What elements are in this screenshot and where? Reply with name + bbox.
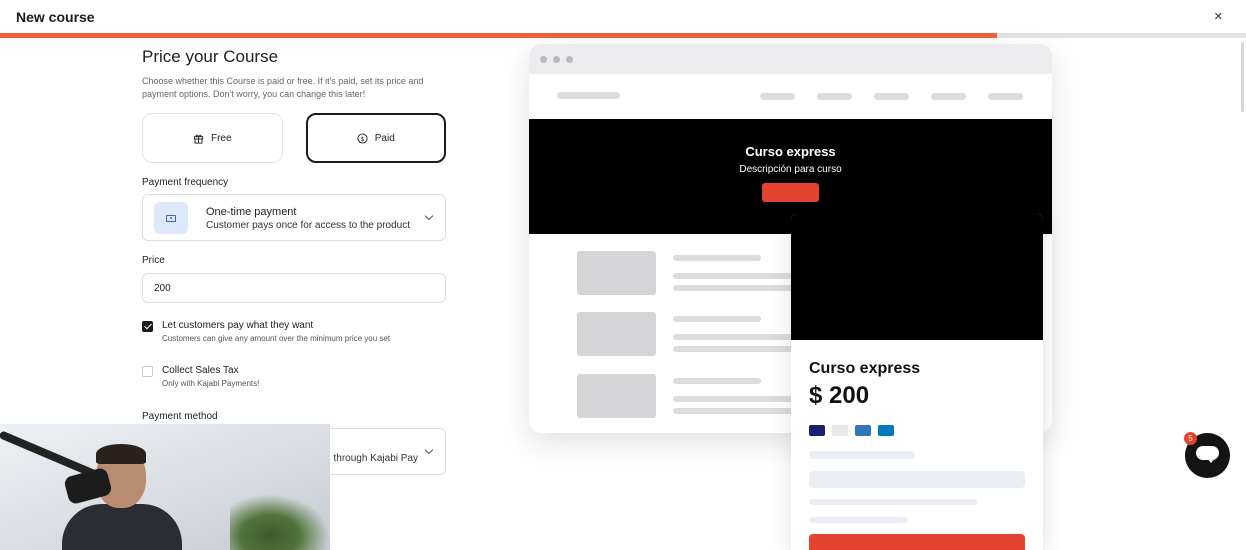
progress-fill [0,33,997,38]
price-input[interactable]: 200 [142,273,446,303]
course-image-placeholder [791,214,1043,340]
page-title: New course [16,9,95,25]
paid-option-button[interactable]: $ Paid [305,113,446,163]
lesson-text-placeholder [673,334,803,340]
payment-frequency-title: One-time payment [206,206,297,218]
chat-bubble-icon [1196,446,1219,463]
sales-tax-help: Only with Kajabi Payments! [162,379,260,388]
lesson-title-placeholder [673,255,761,261]
window-dot-icon [566,56,573,63]
lesson-thumbnail [577,312,656,356]
paid-option-label: Paid [374,132,395,144]
sales-tax-checkbox[interactable] [142,366,153,377]
progress-bar [0,33,1246,38]
amex-icon [855,425,871,436]
hero-subtitle: Descripción para curso [739,164,842,175]
chat-launcher-button[interactable]: 5 [1184,432,1230,478]
checkout-card-preview: Curso express $ 200 [791,214,1043,550]
sales-tax-label: Collect Sales Tax [162,365,239,376]
browser-bar [529,44,1052,74]
checkout-button-placeholder [809,534,1025,550]
unread-count-badge: 5 [1184,432,1197,445]
nav-link-placeholder [817,93,852,100]
pricing-form: Price your Course Choose whether this Co… [142,44,446,475]
payment-cards [809,425,894,436]
price-label: Price [142,255,165,266]
payment-method-label: Payment method [142,411,218,422]
card-price: $ 200 [809,382,870,409]
window-dot-icon [540,56,547,63]
scrollbar[interactable] [1241,42,1244,112]
free-option-label: Free [210,132,232,144]
lesson-text-placeholder [673,408,803,414]
nav-link-placeholder [874,93,909,100]
pay-what-you-want-checkbox[interactable] [142,321,153,332]
pay-what-you-want-help: Customers can give any amount over the m… [162,334,391,343]
presenter-hair [96,444,146,464]
form-field-placeholder [809,451,915,459]
lesson-title-placeholder [673,316,761,322]
chevron-down-icon [424,211,434,221]
plant-image [230,494,330,550]
presenter-body [62,504,182,550]
payment-frequency-label: Payment frequency [142,177,229,188]
lesson-title-placeholder [673,378,761,384]
payment-method-value: through Kajabi Pay [333,453,418,464]
nav-link-placeholder [988,93,1023,100]
lesson-thumbnail [577,374,656,418]
presenter-webcam-video [0,424,330,550]
form-field-placeholder [809,499,977,505]
form-field-placeholder [809,517,908,523]
pay-what-you-want-label: Let customers pay what they want [162,320,314,331]
preview-nav [529,74,1052,119]
pay-what-you-want-checkbox-row[interactable]: Let customers pay what they want Custome… [142,320,446,350]
close-icon[interactable]: × [1214,8,1223,25]
nav-link-placeholder [760,93,795,100]
form-description: Choose whether this Course is paid or fr… [142,76,424,99]
form-field-placeholder [809,471,1025,488]
gift-icon [193,134,204,144]
payment-frequency-select[interactable]: One-time payment Customer pays once for … [142,194,446,241]
money-icon [154,202,188,234]
mastercard-icon [832,425,848,436]
chevron-down-icon [424,445,434,455]
lesson-text-placeholder [673,396,803,402]
nav-link-placeholder [931,93,966,100]
sales-tax-checkbox-row[interactable]: Collect Sales Tax Only with Kajabi Payme… [142,365,446,395]
payment-frequency-subtitle: Customer pays once for access to the pro… [206,220,410,231]
hero-title: Curso express [745,144,836,159]
header-bar: New course × [0,0,1246,33]
card-title: Curso express [809,360,921,377]
form-heading: Price your Course [142,47,279,66]
lesson-text-placeholder [673,346,803,352]
hero-cta-button [762,183,819,202]
visa-card-icon [809,425,825,436]
lesson-thumbnail [577,251,656,295]
lesson-text-placeholder [673,285,803,291]
lesson-text-placeholder [673,273,803,279]
free-option-button[interactable]: Free [142,113,283,163]
svg-text:$: $ [360,134,364,142]
diners-icon [878,425,894,436]
nav-logo-placeholder [557,92,620,99]
window-dot-icon [553,56,560,63]
dollar-circle-icon: $ [357,132,368,144]
